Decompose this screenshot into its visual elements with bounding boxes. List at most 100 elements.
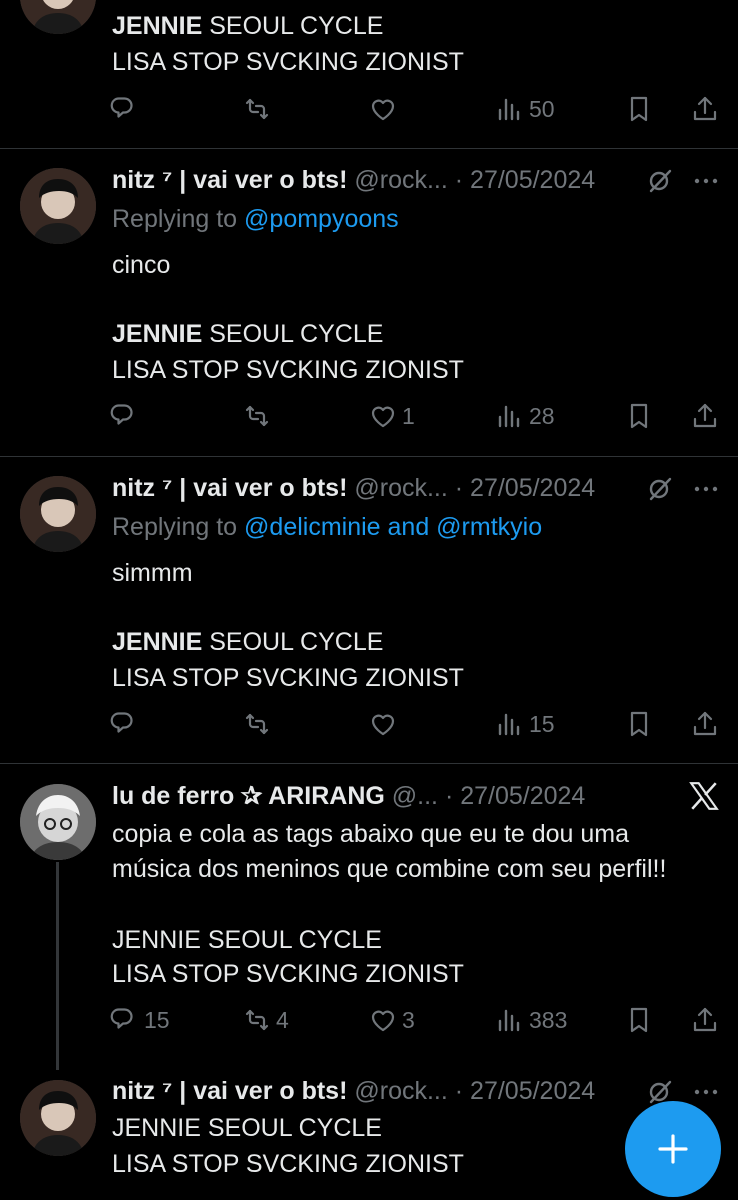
handle[interactable]: @rock... [354, 166, 447, 194]
bookmark-icon [630, 1007, 648, 1033]
bookmark-button[interactable] [624, 1000, 654, 1040]
timestamp[interactable]: 27/05/2024 [470, 1077, 595, 1105]
repost-button[interactable] [242, 89, 272, 129]
like-count: 1 [402, 402, 415, 429]
views-button[interactable]: 28 [495, 396, 555, 436]
display-name[interactable]: nitz ⁷ | vai ver o bts! [112, 1077, 347, 1105]
tweet-text-line-1: JENNIE SEOUL CYCLE [112, 1114, 382, 1142]
tweet-actions: 1 28 [0, 396, 738, 436]
replying-to-link[interactable]: @delicminie and @rmtkyio [244, 513, 542, 541]
avatar[interactable] [20, 476, 96, 552]
tweet-body: simmm [112, 559, 193, 587]
repost-button[interactable]: 4 [242, 1000, 289, 1040]
tweet-text-rest: SEOUL CYCLE [202, 320, 384, 348]
divider [0, 763, 738, 764]
like-button[interactable]: 3 [368, 1000, 415, 1040]
more-icon[interactable] [691, 474, 721, 504]
replying-to-link[interactable]: @pompyoons [244, 205, 399, 233]
tweet-text-line-2: LISA STOP SVCKING ZIONIST [112, 664, 464, 692]
tweet-actions: 15 [0, 704, 738, 744]
like-button[interactable]: 1 [368, 396, 415, 436]
x-logo-icon[interactable] [688, 780, 720, 812]
handle[interactable]: @... [392, 782, 438, 810]
heart-icon [371, 99, 395, 121]
separator: · [447, 1077, 471, 1105]
replying-to: Replying to @delicminie and @rmtkyio [112, 511, 542, 543]
views-button[interactable]: 50 [495, 89, 555, 129]
timestamp[interactable]: 27/05/2024 [470, 474, 595, 502]
divider [0, 456, 738, 457]
like-count: 3 [402, 1006, 415, 1033]
avatar[interactable] [20, 0, 96, 34]
share-icon [693, 711, 717, 736]
heart-icon [371, 406, 395, 428]
share-button[interactable] [690, 1000, 720, 1040]
views-button[interactable]: 383 [495, 1000, 567, 1040]
share-icon [693, 403, 717, 428]
tweet-header: lu de ferro ✰ ARIRANG @... · 27/05/2024 [112, 780, 585, 812]
share-icon [693, 1007, 717, 1032]
timestamp[interactable]: 27/05/2024 [460, 782, 585, 810]
tweet-text-bold: JENNIE [112, 320, 203, 348]
like-button[interactable] [368, 704, 398, 744]
tweet-header: nitz ⁷ | vai ver o bts! @rock... · 27/05… [112, 1075, 595, 1107]
display-name[interactable]: nitz ⁷ | vai ver o bts! [112, 166, 347, 194]
reply-button[interactable]: 15 [110, 1000, 170, 1040]
tweet-text-line-1: JENNIE SEOUL CYCLE [112, 926, 382, 954]
share-button[interactable] [690, 89, 720, 129]
reply-icon [110, 97, 133, 118]
heart-icon [371, 714, 395, 736]
avatar[interactable] [20, 784, 96, 860]
views-button[interactable]: 15 [495, 704, 555, 744]
views-count: 383 [529, 1006, 568, 1033]
replying-prefix: Replying to [112, 205, 245, 233]
more-icon[interactable] [691, 166, 721, 196]
grok-icon[interactable] [646, 166, 676, 196]
tweet-body: cinco [112, 251, 171, 279]
repost-icon [245, 713, 269, 735]
display-name[interactable]: lu de ferro ✰ ARIRANG [112, 782, 385, 810]
tweet-text-line-1: JENNIE SEOUL CYCLE [112, 318, 383, 350]
tweet-text-rest: SEOUL CYCLE [202, 628, 384, 656]
tweet-actions: 15 4 3 383 [0, 1000, 738, 1040]
tweet-text-line-1: JENNIE SEOUL CYCLE [112, 626, 383, 658]
avatar[interactable] [20, 1080, 96, 1156]
reply-button[interactable] [110, 396, 140, 436]
share-button[interactable] [690, 704, 720, 744]
reply-icon [110, 1008, 133, 1029]
timestamp[interactable]: 27/05/2024 [470, 166, 595, 194]
more-icon[interactable] [691, 1077, 721, 1107]
tweet-text-rest: SEOUL CYCLE [202, 12, 384, 40]
views-icon [498, 98, 520, 121]
reply-button[interactable] [110, 704, 140, 744]
tweet-text-line-2: LISA STOP SVCKING ZIONIST [112, 1150, 464, 1178]
avatar[interactable] [20, 168, 96, 244]
tweet-text-line-2: LISA STOP SVCKING ZIONIST [112, 48, 464, 76]
bookmark-button[interactable] [624, 89, 654, 129]
share-icon [693, 96, 717, 121]
reply-button[interactable] [110, 89, 140, 129]
bookmark-button[interactable] [624, 704, 654, 744]
tweet-text-bold: JENNIE [112, 628, 203, 656]
bookmark-button[interactable] [624, 396, 654, 436]
reply-icon [110, 404, 133, 425]
reply-icon [110, 712, 133, 733]
tweet-text-bold: JENNIE [112, 12, 203, 40]
tweet-text-line-2: LISA STOP SVCKING ZIONIST [112, 356, 464, 384]
views-icon [498, 1009, 520, 1032]
share-button[interactable] [690, 396, 720, 436]
like-button[interactable] [368, 89, 398, 129]
display-name[interactable]: nitz ⁷ | vai ver o bts! [112, 474, 347, 502]
views-icon [498, 713, 520, 736]
divider [0, 148, 738, 149]
reply-count: 15 [144, 1006, 170, 1033]
tweet-text-line-2: LISA STOP SVCKING ZIONIST [112, 960, 464, 988]
grok-icon[interactable] [646, 474, 676, 504]
repost-button[interactable] [242, 704, 272, 744]
repost-button[interactable] [242, 396, 272, 436]
repost-icon [245, 405, 269, 427]
compose-button[interactable] [625, 1101, 721, 1197]
handle[interactable]: @rock... [354, 474, 447, 502]
repost-icon [245, 98, 269, 120]
handle[interactable]: @rock... [354, 1077, 447, 1105]
